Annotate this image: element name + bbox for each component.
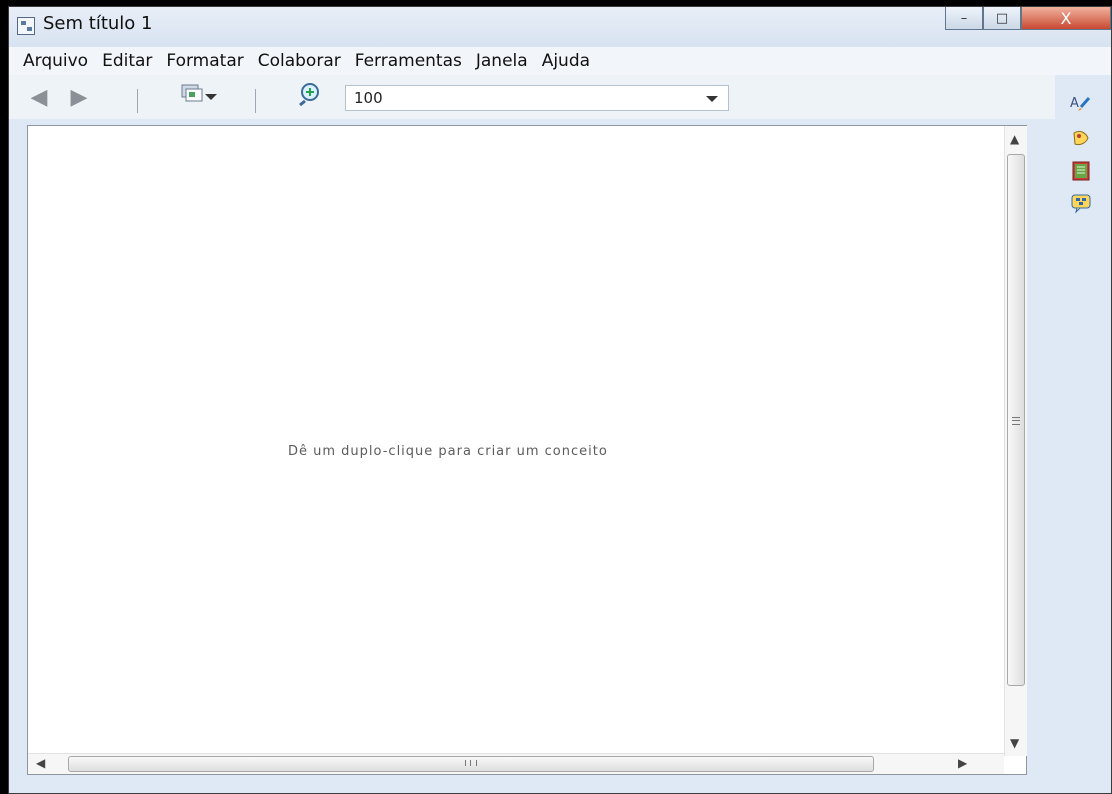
- application-window: Sem título 1 – □ X Arquivo Editar Format…: [8, 6, 1112, 794]
- title-bar: Sem título 1 – □ X: [9, 7, 1111, 47]
- toolbar: ◀ ▶ 100: [9, 75, 1111, 119]
- zoom-combobox[interactable]: 100: [345, 85, 729, 111]
- svg-text:A: A: [1070, 96, 1079, 111]
- scroll-left-icon[interactable]: ◀: [36, 756, 45, 770]
- zoom-button[interactable]: [295, 82, 325, 112]
- horizontal-scroll-thumb[interactable]: [68, 756, 874, 772]
- scroll-down-icon[interactable]: ▼: [1010, 736, 1019, 750]
- forward-button[interactable]: ▶: [67, 84, 91, 110]
- view-options-button[interactable]: [171, 83, 223, 111]
- discussion-icon: [1069, 191, 1093, 219]
- styles-icon: A: [1069, 91, 1093, 119]
- menu-janela[interactable]: Janela: [474, 51, 530, 71]
- maximize-button[interactable]: □: [983, 7, 1021, 30]
- menu-editar[interactable]: Editar: [100, 51, 154, 71]
- scroll-up-icon[interactable]: ▲: [1010, 132, 1019, 146]
- menu-formatar[interactable]: Formatar: [164, 51, 245, 71]
- back-button[interactable]: ◀: [27, 84, 51, 110]
- toolbar-separator: [255, 89, 256, 113]
- toolbar-separator: [137, 89, 138, 113]
- zoom-value: 100: [354, 89, 383, 107]
- vertical-scrollbar[interactable]: ▲ ▼: [1004, 126, 1027, 756]
- close-button[interactable]: X: [1021, 7, 1111, 30]
- side-tool-panel: A: [1055, 75, 1111, 793]
- menu-ajuda[interactable]: Ajuda: [540, 51, 592, 71]
- scroll-grip-icon: [1012, 417, 1020, 425]
- paint-icon: [1069, 127, 1093, 155]
- minimize-button[interactable]: –: [945, 7, 983, 30]
- horizontal-scrollbar[interactable]: ◀ ▶: [28, 753, 1004, 774]
- menu-ferramentas[interactable]: Ferramentas: [353, 51, 464, 71]
- book-button[interactable]: [1069, 161, 1093, 185]
- concept-map-canvas[interactable]: Dê um duplo-clique para criar um conceit…: [27, 125, 1027, 775]
- chevron-down-icon: [205, 94, 217, 100]
- scroll-right-icon[interactable]: ▶: [958, 756, 967, 770]
- paint-button[interactable]: [1069, 129, 1093, 153]
- window-controls: – □ X: [945, 7, 1111, 30]
- scroll-grip-icon: [465, 760, 477, 766]
- styles-button[interactable]: A: [1069, 93, 1093, 117]
- book-icon: [1069, 159, 1093, 187]
- window-title: Sem título 1: [43, 13, 153, 34]
- back-arrow-icon: ◀: [30, 84, 48, 110]
- view-options-icon: [177, 83, 205, 111]
- vertical-scroll-thumb[interactable]: [1007, 154, 1025, 686]
- app-icon: [17, 17, 35, 35]
- zoom-icon: [298, 82, 322, 112]
- canvas-hint: Dê um duplo-clique para criar um conceit…: [288, 444, 608, 459]
- forward-arrow-icon: ▶: [70, 84, 88, 110]
- discussion-button[interactable]: [1069, 193, 1093, 217]
- chevron-down-icon[interactable]: [706, 96, 718, 102]
- menu-colaborar[interactable]: Colaborar: [256, 51, 343, 71]
- menu-bar: Arquivo Editar Formatar Colaborar Ferram…: [9, 47, 1111, 76]
- menu-arquivo[interactable]: Arquivo: [21, 51, 90, 71]
